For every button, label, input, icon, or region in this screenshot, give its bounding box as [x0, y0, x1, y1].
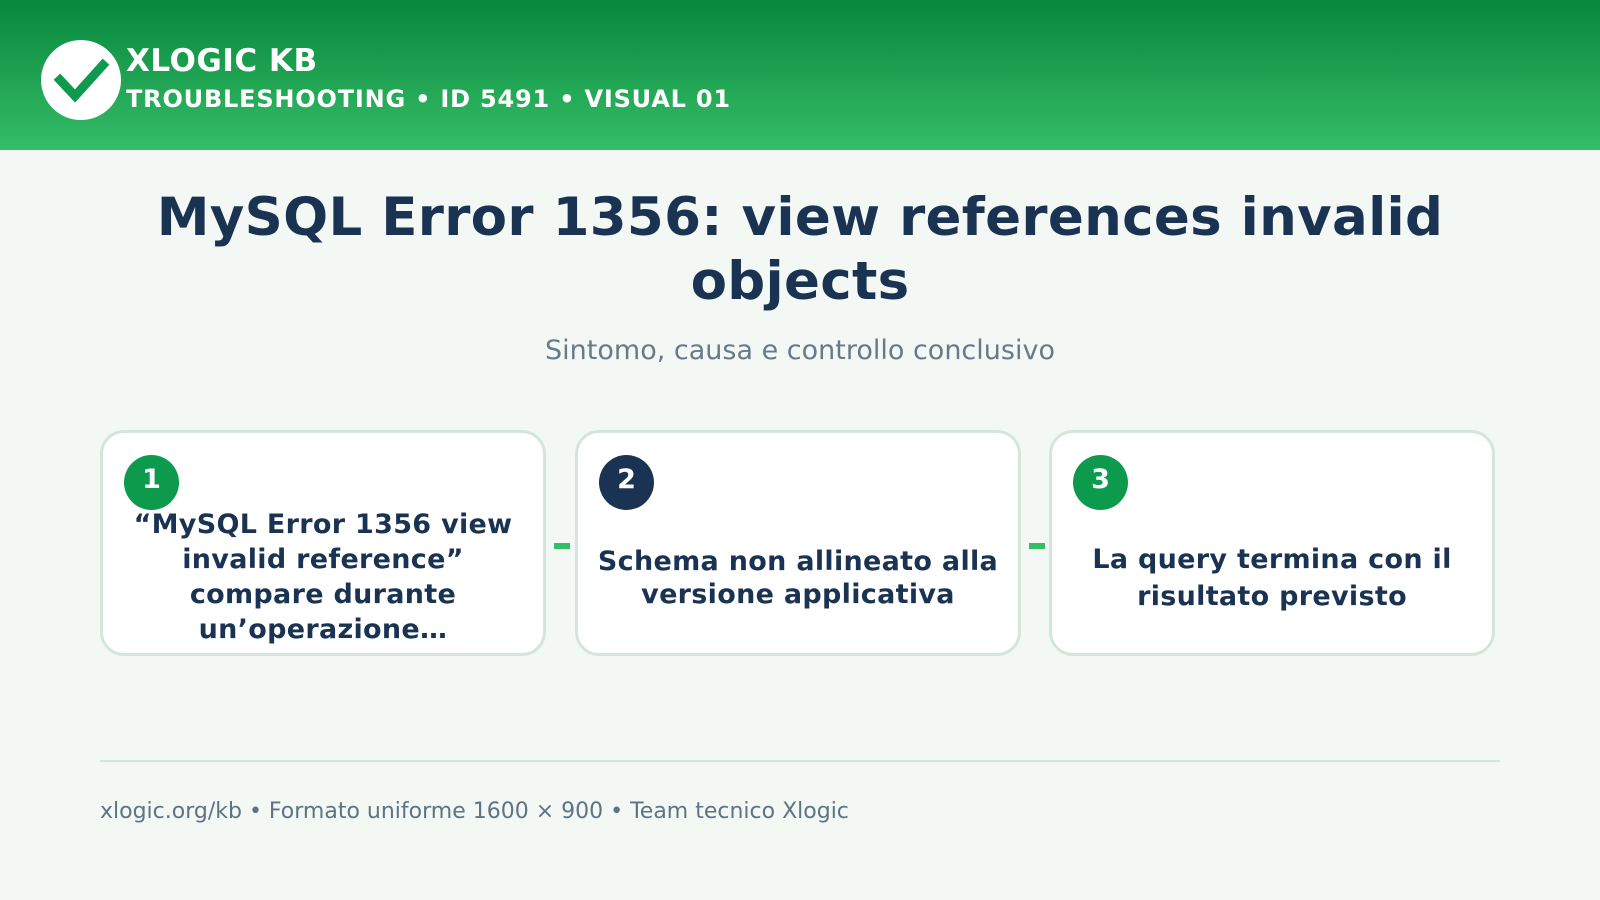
- brand-name: XLOGIC KB: [126, 43, 318, 79]
- step-card-1: 1 “MySQL Error 1356 view invalid referen…: [100, 430, 546, 656]
- step-number-badge-2: 2: [599, 455, 654, 510]
- page-title: MySQL Error 1356: view references invali…: [156, 187, 1444, 312]
- page-subtitle: Sintomo, causa e controllo conclusivo: [545, 335, 1055, 366]
- step-card-3: 3 La query termina con il risultato prev…: [1049, 430, 1495, 656]
- step-text-3: La query termina con il risultato previs…: [1092, 544, 1452, 612]
- step-number-badge-1: 1: [124, 455, 179, 510]
- step-card-2: 2 Schema non allineato alla versione app…: [575, 430, 1021, 656]
- footer-divider: [100, 760, 1500, 762]
- step-text-1: “MySQL Error 1356 view invalid reference…: [133, 509, 513, 645]
- step-connector-1: [554, 543, 570, 549]
- header-banner: XLOGIC KB TROUBLESHOOTING • ID 5491 • VI…: [0, 0, 1600, 150]
- step-connector-2: [1029, 543, 1045, 549]
- brand-tagline: TROUBLESHOOTING • ID 5491 • VISUAL 01: [126, 85, 731, 113]
- step-text-2: Schema non allineato alla versione appli…: [597, 546, 999, 610]
- footer-text: xlogic.org/kb • Formato uniforme 1600 × …: [100, 799, 849, 824]
- step-number-badge-3: 3: [1073, 455, 1128, 510]
- checkmark-icon: [41, 40, 121, 120]
